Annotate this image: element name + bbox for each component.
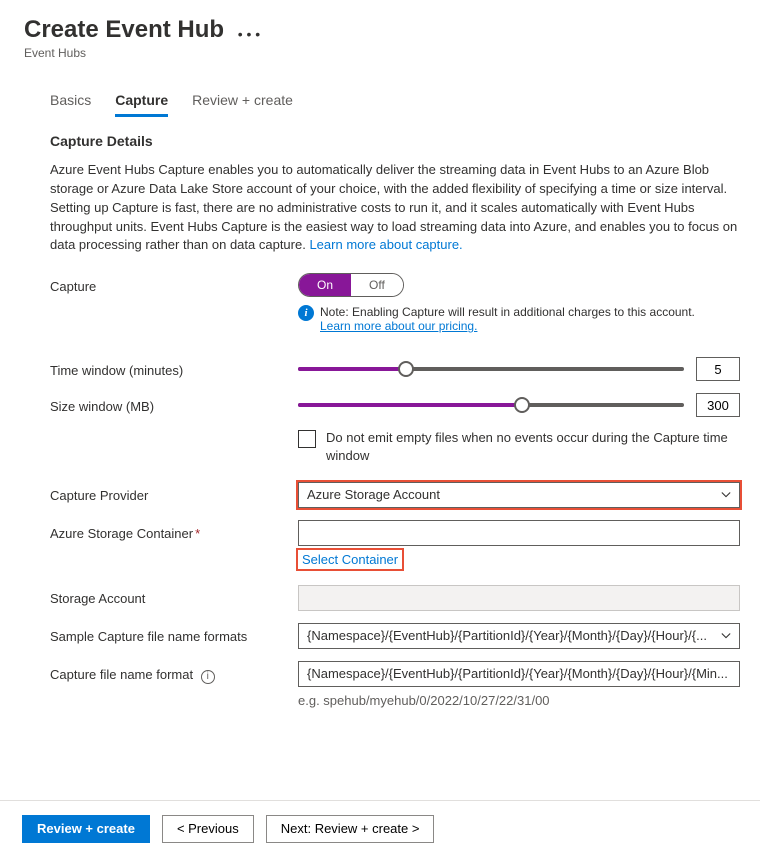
page-title: Create Event Hub xyxy=(24,16,224,44)
tab-review-create[interactable]: Review + create xyxy=(192,86,293,117)
capture-provider-label: Capture Provider xyxy=(50,482,298,503)
time-window-input[interactable] xyxy=(696,357,740,381)
size-window-slider[interactable] xyxy=(298,403,684,407)
time-window-label: Time window (minutes) xyxy=(50,357,298,378)
capture-toggle[interactable]: On Off xyxy=(298,273,404,297)
slider-thumb-icon[interactable] xyxy=(514,397,530,413)
no-empty-files-label: Do not emit empty files when no events o… xyxy=(326,429,740,465)
toggle-option-off[interactable]: Off xyxy=(351,274,403,296)
note-text: Note: Enabling Capture will result in ad… xyxy=(320,305,695,319)
storage-container-label: Azure Storage Container* xyxy=(50,520,298,541)
slider-thumb-icon[interactable] xyxy=(398,361,414,377)
info-icon: i xyxy=(298,305,314,321)
footer: Review + create < Previous Next: Review … xyxy=(0,800,760,857)
time-window-slider[interactable] xyxy=(298,367,684,371)
storage-account-input xyxy=(298,585,740,611)
next-button[interactable]: Next: Review + create > xyxy=(266,815,435,843)
breadcrumb: Event Hubs xyxy=(24,46,760,60)
size-window-label: Size window (MB) xyxy=(50,393,298,414)
pricing-link[interactable]: Learn more about our pricing. xyxy=(320,319,477,333)
toggle-option-on[interactable]: On xyxy=(299,274,351,296)
storage-account-label: Storage Account xyxy=(50,585,298,606)
storage-container-input[interactable] xyxy=(298,520,740,546)
capture-provider-dropdown[interactable]: Azure Storage Account xyxy=(298,482,740,508)
section-title: Capture Details xyxy=(50,133,740,149)
learn-more-capture-link[interactable]: Learn more about capture. xyxy=(309,237,462,252)
info-icon[interactable]: i xyxy=(201,670,215,684)
sample-formats-label: Sample Capture file name formats xyxy=(50,623,298,644)
tabs: Basics Capture Review + create xyxy=(0,68,760,117)
previous-button[interactable]: < Previous xyxy=(162,815,254,843)
section-description: Azure Event Hubs Capture enables you to … xyxy=(50,161,740,255)
format-label: Capture file name format i xyxy=(50,661,298,684)
sample-formats-value: {Namespace}/{EventHub}/{PartitionId}/{Ye… xyxy=(307,628,707,643)
format-hint: e.g. spehub/myehub/0/2022/10/27/22/31/00 xyxy=(298,693,740,708)
no-empty-files-checkbox[interactable] xyxy=(298,430,316,448)
tab-basics[interactable]: Basics xyxy=(50,86,91,117)
chevron-down-icon xyxy=(721,631,731,641)
select-container-link[interactable]: Select Container xyxy=(298,550,402,569)
format-input[interactable]: {Namespace}/{EventHub}/{PartitionId}/{Ye… xyxy=(298,661,740,687)
sample-formats-dropdown[interactable]: {Namespace}/{EventHub}/{PartitionId}/{Ye… xyxy=(298,623,740,649)
review-create-button[interactable]: Review + create xyxy=(22,815,150,843)
chevron-down-icon xyxy=(721,490,731,500)
capture-provider-value: Azure Storage Account xyxy=(307,487,440,502)
more-icon[interactable]: • • • xyxy=(238,26,260,42)
capture-label: Capture xyxy=(50,273,298,294)
tab-capture[interactable]: Capture xyxy=(115,86,168,117)
size-window-input[interactable] xyxy=(696,393,740,417)
